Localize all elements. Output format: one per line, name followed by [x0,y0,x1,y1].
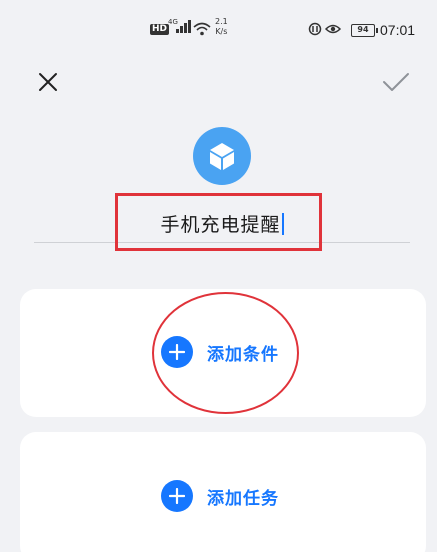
add-task-button[interactable]: 添加任务 [161,480,279,512]
network-speed: 2.1 K/s [215,17,228,37]
close-button[interactable] [32,66,64,98]
battery-icon: 94 [351,24,378,37]
vibrate-icon [308,22,322,36]
cube-icon [210,143,234,170]
status-bar: HD 4G 2.1 K/s 94 07:01 [0,0,437,62]
check-icon [383,73,409,91]
clock: 07:01 [380,22,416,38]
annotation-highlight-box [115,193,322,251]
plus-icon [169,488,185,504]
close-icon [39,73,57,91]
add-task-plus-icon [161,480,193,512]
add-task-label: 添加任务 [207,488,279,509]
tasks-card: 添加任务 [20,432,426,552]
speed-unit: K/s [215,27,228,36]
cellular-signal-icon: 4G [168,18,191,36]
speed-value: 2.1 [215,17,228,26]
status-icons [308,22,346,40]
confirm-button[interactable] [378,66,414,98]
hd-badge: HD [150,24,170,35]
annotation-circle [152,292,299,414]
network-type: 4G [168,18,178,26]
wifi-icon [193,22,211,40]
scene-icon[interactable] [193,127,251,185]
